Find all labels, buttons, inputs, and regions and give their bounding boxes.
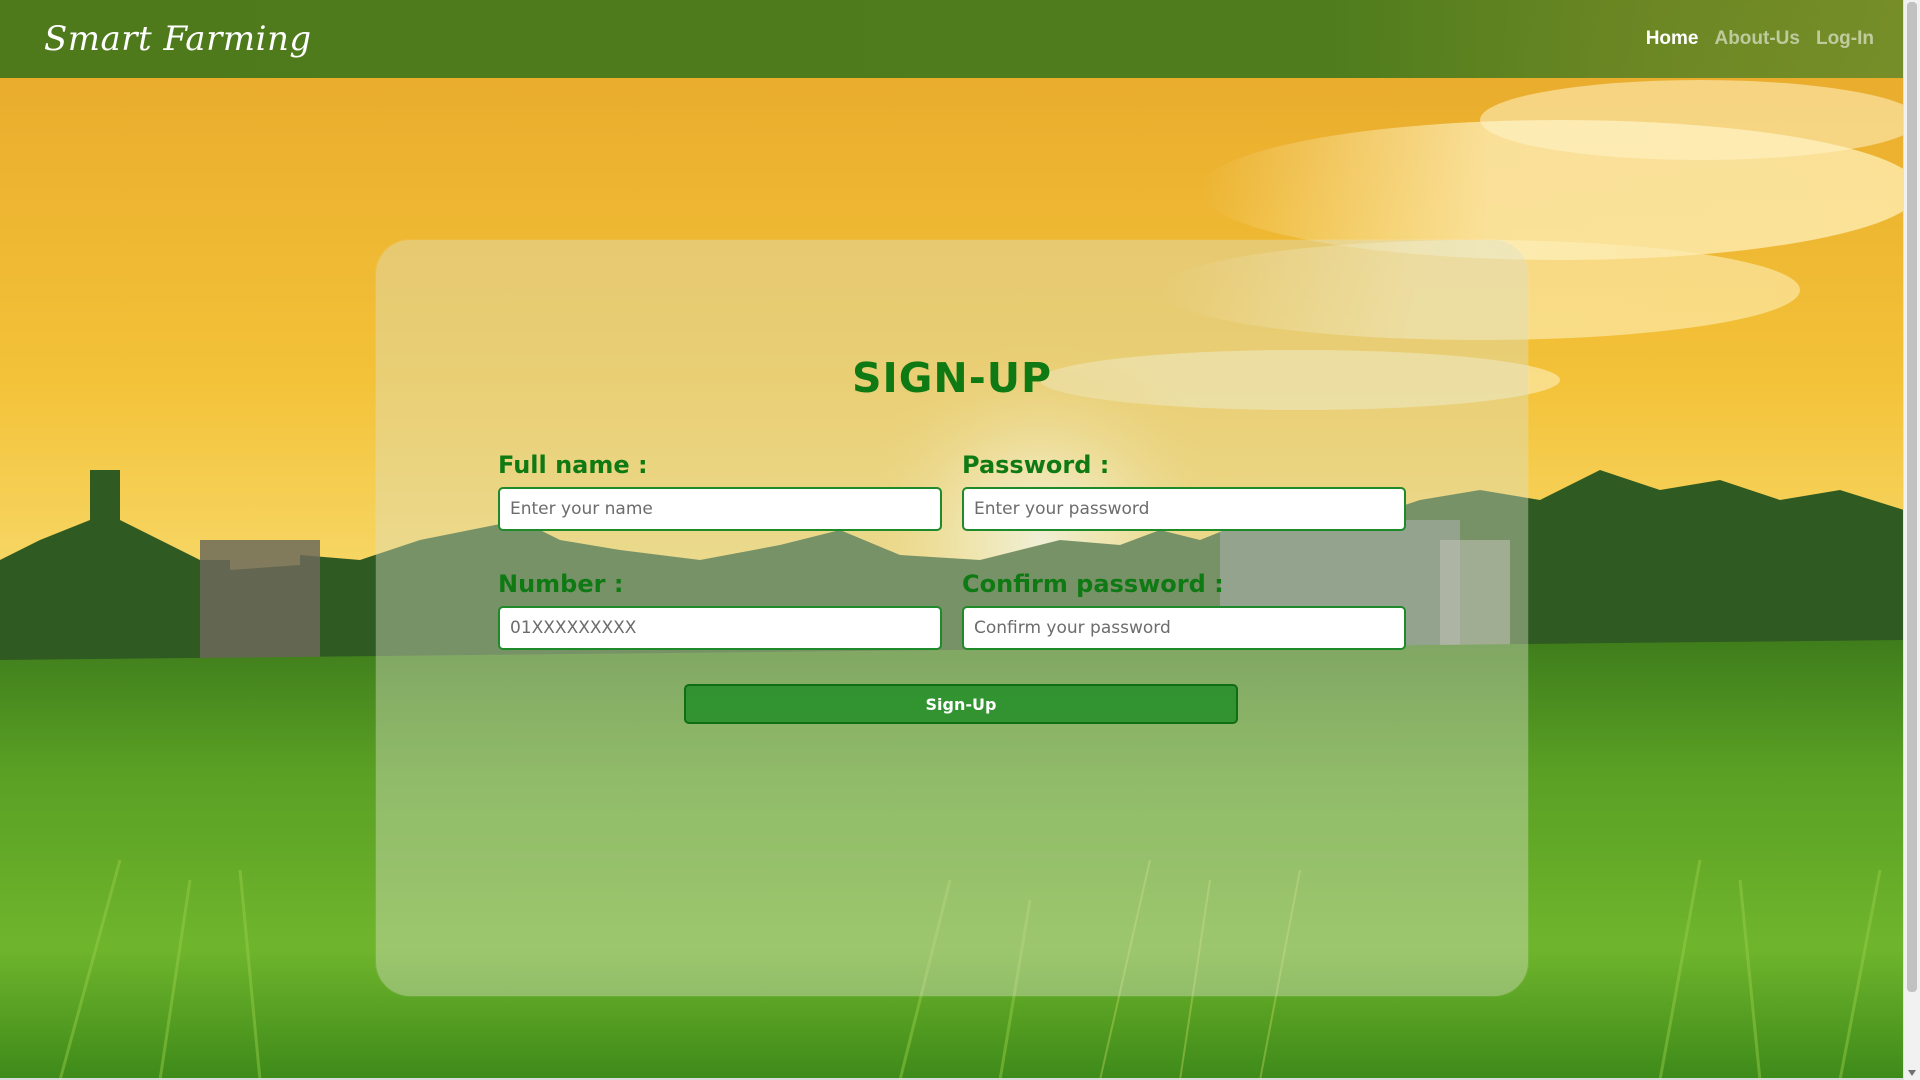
confirm-password-label: Confirm password : (962, 570, 1224, 598)
page: Smart Farming Home About-Us Log-In SIGN-… (0, 0, 1920, 1080)
scroll-down-arrow-icon[interactable] (1908, 1070, 1916, 1076)
signup-button[interactable]: Sign-Up (684, 684, 1238, 724)
nav-log-in-link[interactable]: Log-In (1816, 28, 1874, 50)
nav-about-us-link[interactable]: About-Us (1714, 28, 1799, 50)
scrollbar-thumb[interactable] (1907, 2, 1917, 992)
signup-card: SIGN-UP Full name : Password : Number : … (376, 240, 1528, 996)
confirm-password-field-group: Confirm password : (962, 569, 1406, 650)
full-name-field-group: Full name : (498, 450, 942, 531)
nav-links: Home About-Us Log-In (1646, 28, 1874, 50)
full-name-label: Full name : (498, 451, 648, 479)
number-field-group: Number : (498, 569, 942, 650)
nav-home-link[interactable]: Home (1646, 28, 1699, 50)
password-field-group: Password : (962, 450, 1406, 531)
vertical-scrollbar[interactable] (1903, 0, 1920, 1080)
password-input[interactable] (962, 487, 1406, 531)
number-input[interactable] (498, 606, 942, 650)
password-label: Password : (962, 451, 1110, 479)
number-label: Number : (498, 570, 624, 598)
full-name-input[interactable] (498, 487, 942, 531)
brand-logo[interactable]: Smart Farming (44, 19, 312, 59)
top-navbar: Smart Farming Home About-Us Log-In (0, 0, 1904, 78)
confirm-password-input[interactable] (962, 606, 1406, 650)
signup-title: SIGN-UP (851, 354, 1053, 402)
